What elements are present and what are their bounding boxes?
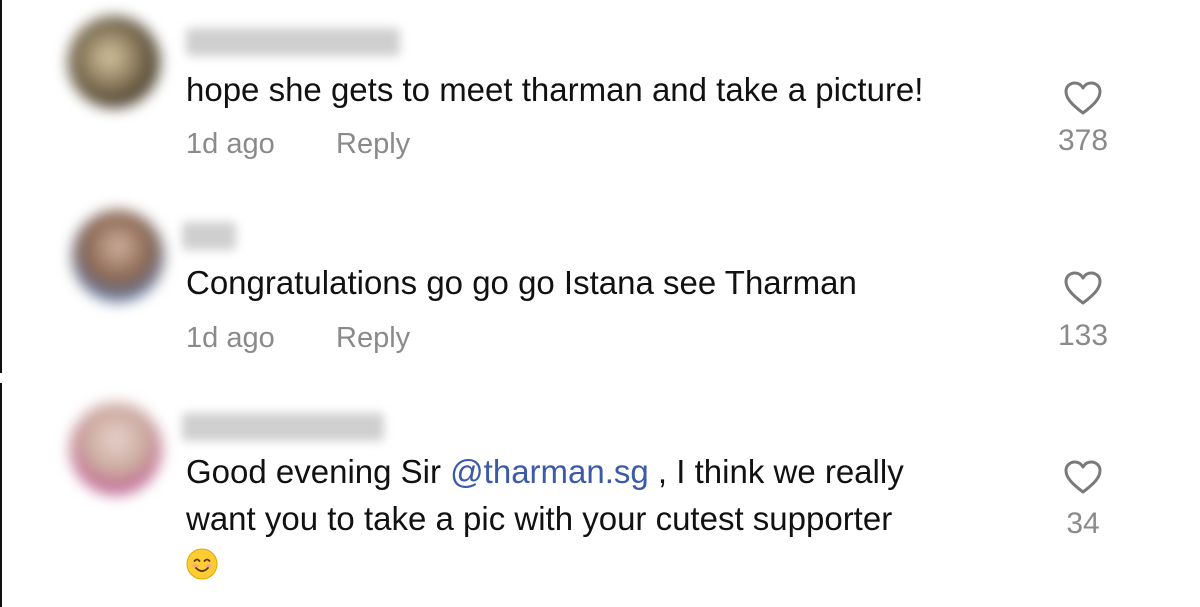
like-count: 378 [1057, 124, 1109, 157]
avatar[interactable] [68, 16, 160, 108]
timestamp: 1d ago [186, 128, 275, 160]
avatar[interactable] [70, 403, 162, 495]
comment-meta: 1d ago Reply [186, 322, 410, 355]
mention-link[interactable]: @tharman.sg [450, 453, 649, 490]
comment-meta: 1d ago Reply [186, 128, 410, 161]
avatar[interactable] [72, 210, 164, 302]
comment-text: hope she gets to meet tharman and take a… [186, 71, 924, 108]
comment-item: hope she gets to meet tharman and take a… [0, 0, 1200, 190]
heart-outline-icon[interactable] [1063, 270, 1103, 306]
comment-text-part: , I think we really [648, 453, 904, 490]
comment-item: Congratulations go go go Istana see Thar… [0, 190, 1200, 380]
comment-text-part: Good evening Sir [186, 453, 451, 490]
username-blurred[interactable] [182, 222, 236, 250]
smiling-face-emoji [186, 548, 218, 580]
timestamp: 1d ago [186, 322, 275, 354]
reply-button[interactable]: Reply [336, 128, 410, 161]
like-count: 34 [1066, 507, 1100, 540]
comment-text: Congratulations go go go Istana see Thar… [186, 264, 857, 301]
comment-text: Good evening Sir @tharman.sg , I think w… [186, 448, 904, 495]
comment-text-line2: want you to take a pic with your cutest … [186, 500, 893, 537]
like-count: 133 [1057, 319, 1109, 352]
reply-button[interactable]: Reply [336, 322, 410, 355]
username-blurred[interactable] [182, 413, 384, 441]
heart-outline-icon[interactable] [1063, 459, 1103, 495]
comment-item: Good evening Sir @tharman.sg , I think w… [0, 383, 1200, 607]
heart-outline-icon[interactable] [1063, 80, 1103, 116]
username-blurred[interactable] [186, 28, 400, 56]
